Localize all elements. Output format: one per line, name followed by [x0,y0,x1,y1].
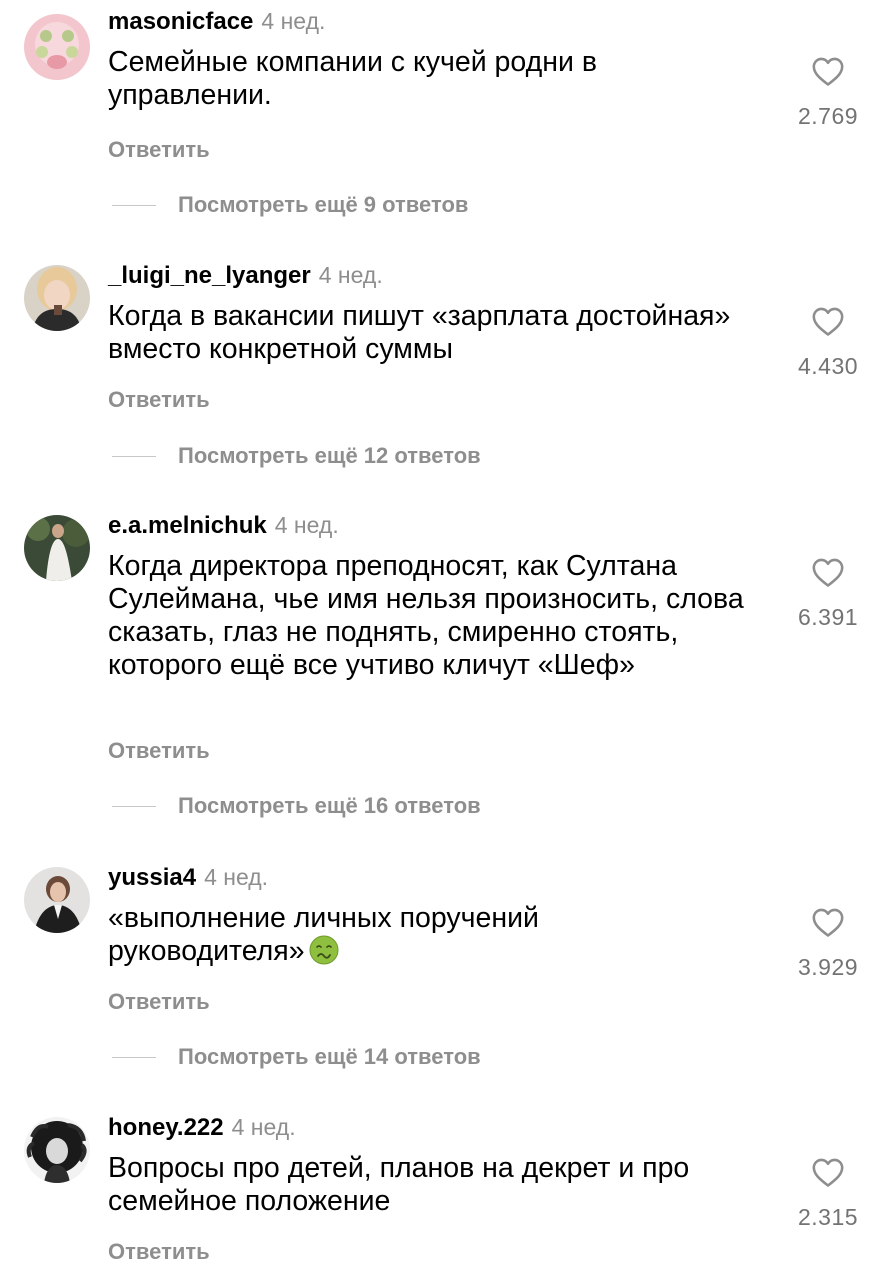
username[interactable]: honey.222 [108,1114,224,1142]
comment: e.a.melnichuk 4 нед. Когда директора пре… [0,512,890,842]
heart-outline-icon [812,1158,844,1187]
comment-text: Когда в вакансии пишут «зарплата достойн… [108,300,731,365]
divider-line [112,455,156,457]
avatar[interactable] [24,867,90,933]
username[interactable]: e.a.melnichuk [108,512,267,540]
heart-outline-icon [812,908,844,937]
username[interactable]: yussia4 [108,864,196,892]
like-button[interactable]: 2.769 [788,55,868,130]
like-count: 3.929 [797,954,859,980]
divider-line [112,805,156,807]
like-button[interactable]: 4.430 [788,305,868,380]
like-count: 6.391 [797,604,859,630]
comment-header: masonicface 4 нед. [108,8,325,44]
heart-outline-icon [812,307,844,336]
like-count: 4.430 [797,353,859,379]
heart-outline-icon [812,57,844,86]
like-button[interactable]: 3.929 [788,906,868,981]
view-replies-button[interactable]: Посмотреть ещё 9 ответов [112,192,468,218]
comment: masonicface 4 нед. Семейные компании с к… [0,8,890,238]
username[interactable]: masonicface [108,8,253,36]
like-button[interactable]: 2.315 [788,1156,868,1231]
like-count: 2.315 [797,1204,859,1230]
like-button[interactable]: 6.391 [788,556,868,631]
reply-button[interactable]: Ответить [108,387,210,413]
view-replies-button[interactable]: Посмотреть ещё 12 ответов [112,443,481,469]
nauseated-face-emoji [309,935,339,965]
avatar[interactable] [24,1117,90,1183]
comment-header: _luigi_ne_lyanger 4 нед. [108,262,383,298]
reply-button[interactable]: Ответить [108,738,210,764]
view-replies-label: Посмотреть ещё 14 ответов [178,1044,481,1069]
comment-text: Вопросы про детей, планов на декрет и пр… [108,1152,690,1217]
comment-time: 4 нед. [318,262,383,288]
view-replies-button[interactable]: Посмотреть ещё 16 ответов [112,793,481,819]
comment: honey.222 4 нед. Вопросы про детей, план… [0,1114,890,1280]
username[interactable]: _luigi_ne_lyanger [108,262,311,290]
reply-button[interactable]: Ответить [108,989,210,1015]
comment-time: 4 нед. [274,512,339,538]
comment-time: 4 нед. [204,864,269,890]
avatar[interactable] [24,14,90,80]
comment-header: yussia4 4 нед. [108,864,268,900]
reply-button[interactable]: Ответить [108,137,210,163]
view-replies-label: Посмотреть ещё 16 ответов [178,793,481,818]
divider-line [112,1056,156,1058]
comment-text: «выполнение личных поручений руководител… [108,902,608,968]
comment-time: 4 нед. [231,1114,296,1140]
view-replies-label: Посмотреть ещё 9 ответов [178,192,469,217]
avatar[interactable] [24,515,90,581]
like-count: 2.769 [797,103,859,129]
view-replies-label: Посмотреть ещё 12 ответов [178,443,481,468]
heart-outline-icon [812,558,844,587]
comment-text: Когда директора преподносят, как Султана… [108,550,744,681]
comment: yussia4 4 нед. «выполнение личных поруче… [0,864,890,1094]
divider-line [112,204,156,206]
comment-text: Семейные компании с кучей родни в управл… [108,46,597,111]
view-replies-button[interactable]: Посмотреть ещё 14 ответов [112,1044,481,1070]
avatar[interactable] [24,265,90,331]
comment: _luigi_ne_lyanger 4 нед. Когда в ваканси… [0,262,890,492]
comment-time: 4 нед. [261,8,326,34]
reply-button[interactable]: Ответить [108,1239,210,1265]
comment-header: honey.222 4 нед. [108,1114,296,1150]
comment-header: e.a.melnichuk 4 нед. [108,512,339,548]
